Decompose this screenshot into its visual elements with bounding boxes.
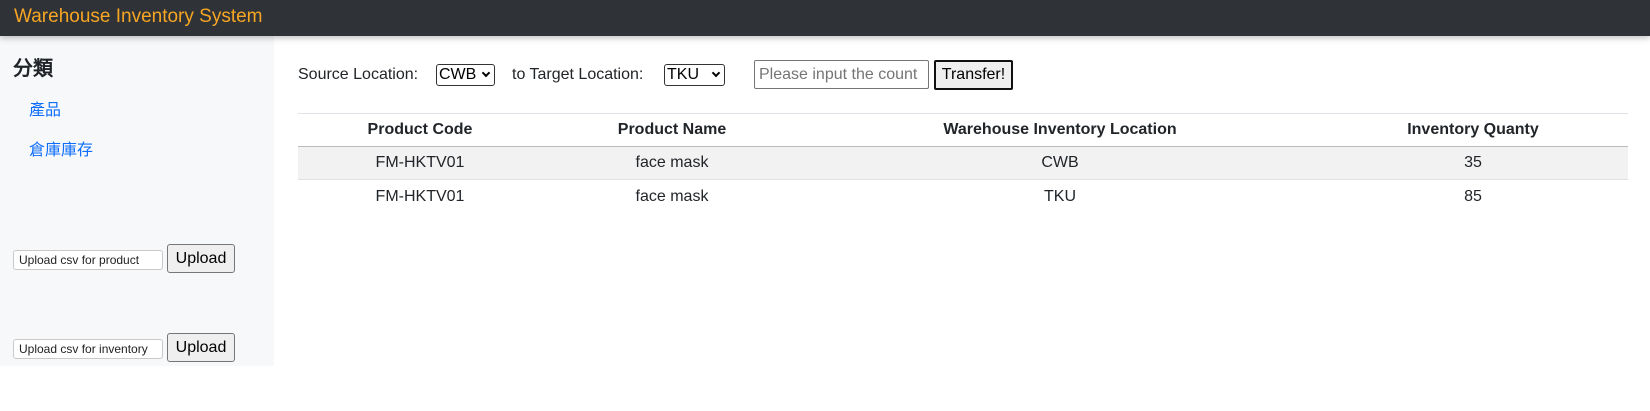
cell-location: CWB — [1041, 154, 1079, 171]
inventory-csv-file-input[interactable]: Upload csv for inventory — [13, 339, 163, 359]
sidebar: 分類 產品 倉庫庫存 Upload csv for product Upload… — [0, 36, 274, 366]
transfer-button[interactable]: Transfer! — [934, 60, 1013, 90]
top-navbar: Warehouse Inventory System — [0, 0, 1650, 36]
upload-product-button[interactable]: Upload — [167, 244, 235, 273]
source-location-value: CWB — [439, 66, 477, 83]
column-header-product-name: Product Name — [617, 121, 727, 138]
column-header-quantity: Inventory Quanty — [1407, 121, 1539, 138]
table-header-row: Product Code Product Name Warehouse Inve… — [298, 114, 1628, 147]
product-csv-file-input[interactable]: Upload csv for product — [13, 250, 163, 270]
column-header-location: Warehouse Inventory Location — [943, 121, 1177, 138]
source-location-label: Source Location: — [298, 66, 419, 83]
cell-product-name: face mask — [635, 187, 709, 205]
chevron-down-icon — [711, 68, 721, 78]
cell-product-name: face mask — [635, 154, 709, 171]
target-location-value: TKU — [667, 66, 699, 83]
sidebar-link-warehouse-inventory[interactable]: 倉庫庫存 — [29, 136, 93, 160]
sidebar-link-products[interactable]: 產品 — [29, 96, 61, 120]
chevron-down-icon — [481, 68, 491, 78]
sidebar-heading: 分類 — [13, 56, 53, 80]
column-header-product-code: Product Code — [367, 121, 473, 138]
cell-product-code: FM-HKTV01 — [375, 187, 465, 205]
cell-product-code: FM-HKTV01 — [375, 154, 465, 171]
table-row: FM-HKTV01 face mask CWB 35 — [298, 147, 1628, 180]
cell-quantity: 85 — [1464, 187, 1482, 205]
cell-location: TKU — [1044, 187, 1076, 205]
source-location-select[interactable]: CWB — [436, 64, 495, 86]
table-row: FM-HKTV01 face mask TKU 85 — [298, 180, 1628, 213]
cell-quantity: 35 — [1464, 154, 1482, 171]
upload-inventory-button[interactable]: Upload — [167, 333, 235, 362]
inventory-table: Product Code Product Name Warehouse Inve… — [298, 113, 1628, 213]
target-location-select[interactable]: TKU — [664, 64, 725, 86]
target-location-label: to Target Location: — [512, 66, 644, 83]
transfer-count-input[interactable]: Please input the count — [754, 60, 929, 89]
app-title[interactable]: Warehouse Inventory System — [14, 6, 263, 28]
